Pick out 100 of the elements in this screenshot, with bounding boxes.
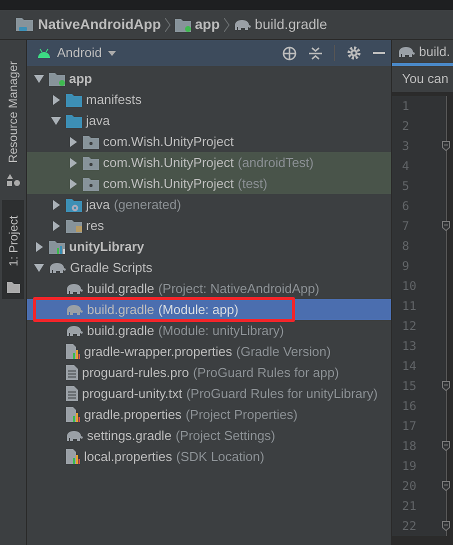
tree-row[interactable]: unityLibrary xyxy=(27,236,391,257)
tree-row[interactable]: app xyxy=(27,68,391,89)
tree-row[interactable]: java xyxy=(27,110,391,131)
expanded-arrow-icon[interactable] xyxy=(50,116,62,126)
library-folder-icon xyxy=(49,240,65,254)
collapse-all-icon[interactable] xyxy=(309,46,322,60)
tree-row[interactable]: settings.gradle (Project Settings) xyxy=(27,425,391,446)
editor-tab[interactable]: build. xyxy=(392,40,453,66)
chevron-icon xyxy=(164,18,171,32)
tree-note: (Project Settings) xyxy=(176,426,276,445)
tree-label: gradle.properties xyxy=(84,406,182,424)
tool-window-tab[interactable]: 1: Project xyxy=(2,200,24,299)
tree-row[interactable]: build.gradle (Module: unityLibrary) xyxy=(27,320,391,341)
properties-file-icon xyxy=(66,344,80,359)
package-folder-icon xyxy=(83,134,99,148)
tree-note: (Project Properties) xyxy=(186,406,298,424)
tree-note: (ProGuard Rules for app) xyxy=(192,364,339,382)
elephant-icon xyxy=(234,18,251,30)
tree-label: manifests xyxy=(86,90,142,109)
fold-marker-icon[interactable] xyxy=(442,221,450,231)
tree-row[interactable]: proguard-unity.txt (ProGuard Rules for unityLibrary) xyxy=(27,383,391,404)
settings-icon[interactable] xyxy=(347,46,361,60)
view-dropdown[interactable]: Android xyxy=(57,43,116,63)
elephant-icon xyxy=(398,46,415,58)
android-icon xyxy=(37,48,51,58)
tree-row[interactable]: manifests xyxy=(27,89,391,110)
tree-note: (Project: NativeAndroidApp) xyxy=(158,280,320,298)
tree-label: unityLibrary xyxy=(69,238,144,256)
collapsed-arrow-icon[interactable] xyxy=(33,242,45,252)
breadcrumb-link[interactable]: build.gradle xyxy=(254,14,328,35)
tree-label: settings.gradle xyxy=(87,426,172,445)
tree-label: build.gradle xyxy=(87,300,154,319)
breadcrumb-link[interactable]: app xyxy=(194,14,220,35)
tree-label: com.Wish.UnityProject xyxy=(103,132,234,151)
text-file-icon xyxy=(66,365,78,380)
collapsed-arrow-icon[interactable] xyxy=(50,94,62,104)
tree-row[interactable]: res xyxy=(27,215,391,236)
folder-icon xyxy=(66,92,82,106)
elephant-icon xyxy=(66,304,83,316)
fold-marker-icon[interactable] xyxy=(442,521,450,531)
tree-label: res xyxy=(86,216,104,235)
tree-label: java xyxy=(86,196,110,214)
tree-note: (generated) xyxy=(114,196,182,214)
package-folder-icon xyxy=(83,156,99,170)
expanded-arrow-icon[interactable] xyxy=(33,262,45,272)
text-file-icon xyxy=(66,386,78,401)
locate-icon[interactable] xyxy=(282,46,297,60)
caret-icon xyxy=(108,50,116,56)
tree-row[interactable]: gradle-wrapper.properties (Gradle Version) xyxy=(27,341,391,362)
tree-label: build.gradle xyxy=(87,280,154,298)
properties-file-icon xyxy=(66,449,80,464)
elephant-icon xyxy=(66,430,83,442)
tree-row[interactable]: local.properties (SDK Location) xyxy=(27,446,391,467)
elephant-icon xyxy=(49,262,66,274)
tree-note: (SDK Location) xyxy=(176,448,264,466)
tree-label: proguard-unity.txt xyxy=(82,384,182,403)
tree-note: (test) xyxy=(238,174,268,193)
tree-note: (Module: app) xyxy=(158,300,238,319)
collapsed-arrow-icon[interactable] xyxy=(67,178,79,188)
tree-label: Gradle Scripts xyxy=(70,258,152,277)
folder-icon xyxy=(66,114,82,128)
shapes-icon xyxy=(6,174,20,186)
tree-label: local.properties xyxy=(84,448,172,466)
resource-folder-icon xyxy=(66,218,82,232)
fold-marker-icon[interactable] xyxy=(442,441,450,451)
collapsed-arrow-icon[interactable] xyxy=(67,136,79,146)
tree-row[interactable]: proguard-rules.pro (ProGuard Rules for app) xyxy=(27,362,391,383)
tree-row[interactable]: Gradle Scripts xyxy=(27,257,391,278)
fold-marker-icon[interactable] xyxy=(442,141,450,151)
tree-label: java xyxy=(86,112,110,130)
tree-row[interactable]: com.Wish.UnityProject (androidTest) xyxy=(27,152,391,173)
fold-marker-icon[interactable] xyxy=(442,481,450,491)
tree-label: build.gradle xyxy=(87,322,154,340)
fold-marker-icon[interactable] xyxy=(442,381,450,391)
tool-window-tab[interactable]: Resource Manager xyxy=(2,50,24,192)
tree-label: app xyxy=(69,70,92,88)
properties-file-icon xyxy=(66,407,80,422)
collapsed-arrow-icon[interactable] xyxy=(50,200,62,210)
tree-label: gradle-wrapper.properties xyxy=(84,342,232,361)
elephant-icon xyxy=(66,324,83,336)
module-folder-icon xyxy=(49,72,65,86)
tree-row[interactable]: com.Wish.UnityProject xyxy=(27,131,391,152)
tree-note: (ProGuard Rules for unityLibrary) xyxy=(186,384,378,403)
breadcrumb-link[interactable]: NativeAndroidApp xyxy=(38,14,161,35)
notification-banner: You can xyxy=(392,66,453,93)
tree-row[interactable]: build.gradle (Module: app) xyxy=(27,299,391,320)
tree-row[interactable]: gradle.properties (Project Properties) xyxy=(27,404,391,425)
collapsed-arrow-icon[interactable] xyxy=(67,158,79,168)
collapsed-arrow-icon[interactable] xyxy=(50,220,62,230)
module-folder-icon xyxy=(174,18,191,32)
tree-row[interactable]: build.gradle (Project: NativeAndroidApp) xyxy=(27,278,391,299)
tree-note: (Gradle Version) xyxy=(236,342,331,361)
tree-label: com.Wish.UnityProject xyxy=(103,174,234,193)
tree-row[interactable]: java (generated) xyxy=(27,194,391,215)
tree-row[interactable]: com.Wish.UnityProject (test) xyxy=(27,173,391,194)
tree-note: (Module: unityLibrary) xyxy=(158,322,284,340)
project-folder-icon xyxy=(16,17,34,32)
tree-label: proguard-rules.pro xyxy=(82,364,189,382)
expanded-arrow-icon[interactable] xyxy=(33,74,45,84)
elephant-icon xyxy=(66,282,83,294)
